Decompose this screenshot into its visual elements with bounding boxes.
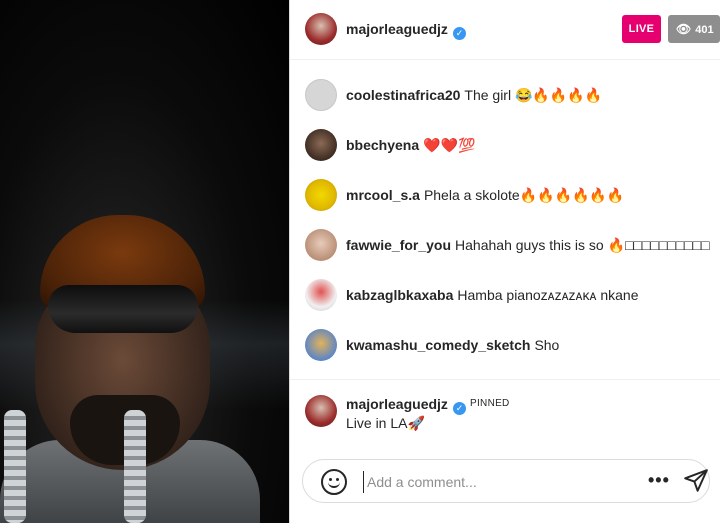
comment-item: kwamashu_comedy_sketch Sho bbox=[290, 325, 720, 365]
pinned-avatar[interactable] bbox=[305, 395, 337, 427]
comment-text: Hahahah guys this is so 🔥□□□□□□□□□□ bbox=[455, 237, 710, 253]
smile-mouth bbox=[328, 482, 340, 488]
live-chat-panel: majorleaguedjz ✓ LIVE 👁 401 coolestinafri… bbox=[289, 0, 720, 523]
comment-composer: ••• bbox=[302, 459, 710, 503]
verified-badge-icon: ✓ bbox=[453, 27, 466, 40]
comment-item: coolestinafrica20 The girl 😂🔥🔥🔥🔥 bbox=[290, 75, 720, 115]
send-icon[interactable] bbox=[683, 468, 709, 494]
live-badge: LIVE bbox=[622, 15, 661, 43]
viewer-count-badge[interactable]: 👁 401 bbox=[668, 15, 720, 43]
comment-username[interactable]: mrcool_s.a bbox=[346, 187, 420, 203]
pinned-text: Live in LA🚀 bbox=[346, 415, 425, 431]
comment-text: Phela a skolote🔥🔥🔥🔥🔥🔥 bbox=[423, 187, 625, 203]
comment-text: Sho bbox=[534, 337, 560, 353]
video-subject-chain-right bbox=[124, 410, 146, 523]
comment-text: ❤️❤️💯 bbox=[423, 137, 476, 153]
comment-list: coolestinafrica20 The girl 😂🔥🔥🔥🔥 bbechyen… bbox=[290, 61, 720, 379]
host-username[interactable]: majorleaguedjz bbox=[346, 21, 448, 37]
comment-item: bbechyena ❤️❤️💯 bbox=[290, 125, 720, 165]
live-header: majorleaguedjz ✓ LIVE 👁 401 bbox=[290, 0, 720, 60]
comment-avatar[interactable] bbox=[305, 129, 337, 161]
comment-input[interactable] bbox=[363, 471, 623, 493]
comment-avatar[interactable] bbox=[305, 329, 337, 361]
comment-username[interactable]: kwamashu_comedy_sketch bbox=[346, 337, 530, 353]
live-video[interactable] bbox=[0, 0, 289, 523]
comment-text: The girl 😂🔥🔥🔥🔥 bbox=[464, 87, 603, 103]
comment-username[interactable]: fawwie_for_you bbox=[346, 237, 451, 253]
smiley-icon[interactable] bbox=[321, 469, 347, 495]
comment-item: fawwie_for_you Hahahah guys this is so 🔥□… bbox=[290, 225, 720, 265]
verified-badge-icon: ✓ bbox=[453, 402, 466, 415]
more-options-icon[interactable]: ••• bbox=[648, 470, 670, 491]
comment-username[interactable]: bbechyena bbox=[346, 137, 419, 153]
eye-icon: 👁 bbox=[676, 22, 692, 36]
video-subject-sunglasses bbox=[48, 285, 198, 333]
host-avatar[interactable] bbox=[305, 13, 337, 45]
verified-wrap: ✓ bbox=[449, 397, 466, 415]
comment-username[interactable]: kabzaglbkaxaba bbox=[346, 287, 453, 303]
divider bbox=[290, 379, 720, 380]
verified-wrap: ✓ bbox=[449, 22, 466, 40]
pinned-comment: majorleaguedjz ✓ PINNED Live in LA🚀 bbox=[290, 388, 720, 448]
viewer-count: 401 bbox=[695, 24, 714, 36]
comment-text: Hamba pianoᴢᴀᴢᴀᴢᴀᴋᴀ nkane bbox=[457, 287, 639, 303]
video-subject-chain-left bbox=[4, 410, 26, 523]
comment-avatar[interactable] bbox=[305, 79, 337, 111]
comment-item: kabzaglbkaxaba Hamba pianoᴢᴀᴢᴀᴢᴀᴋᴀ nkane bbox=[290, 275, 720, 315]
comment-item: mrcool_s.a Phela a skolote🔥🔥🔥🔥🔥🔥 bbox=[290, 175, 720, 215]
comment-username[interactable]: coolestinafrica20 bbox=[346, 87, 460, 103]
pinned-username[interactable]: majorleaguedjz bbox=[346, 396, 448, 412]
comment-avatar[interactable] bbox=[305, 179, 337, 211]
comment-avatar[interactable] bbox=[305, 229, 337, 261]
comment-avatar[interactable] bbox=[305, 279, 337, 311]
pinned-label: PINNED bbox=[470, 398, 510, 409]
